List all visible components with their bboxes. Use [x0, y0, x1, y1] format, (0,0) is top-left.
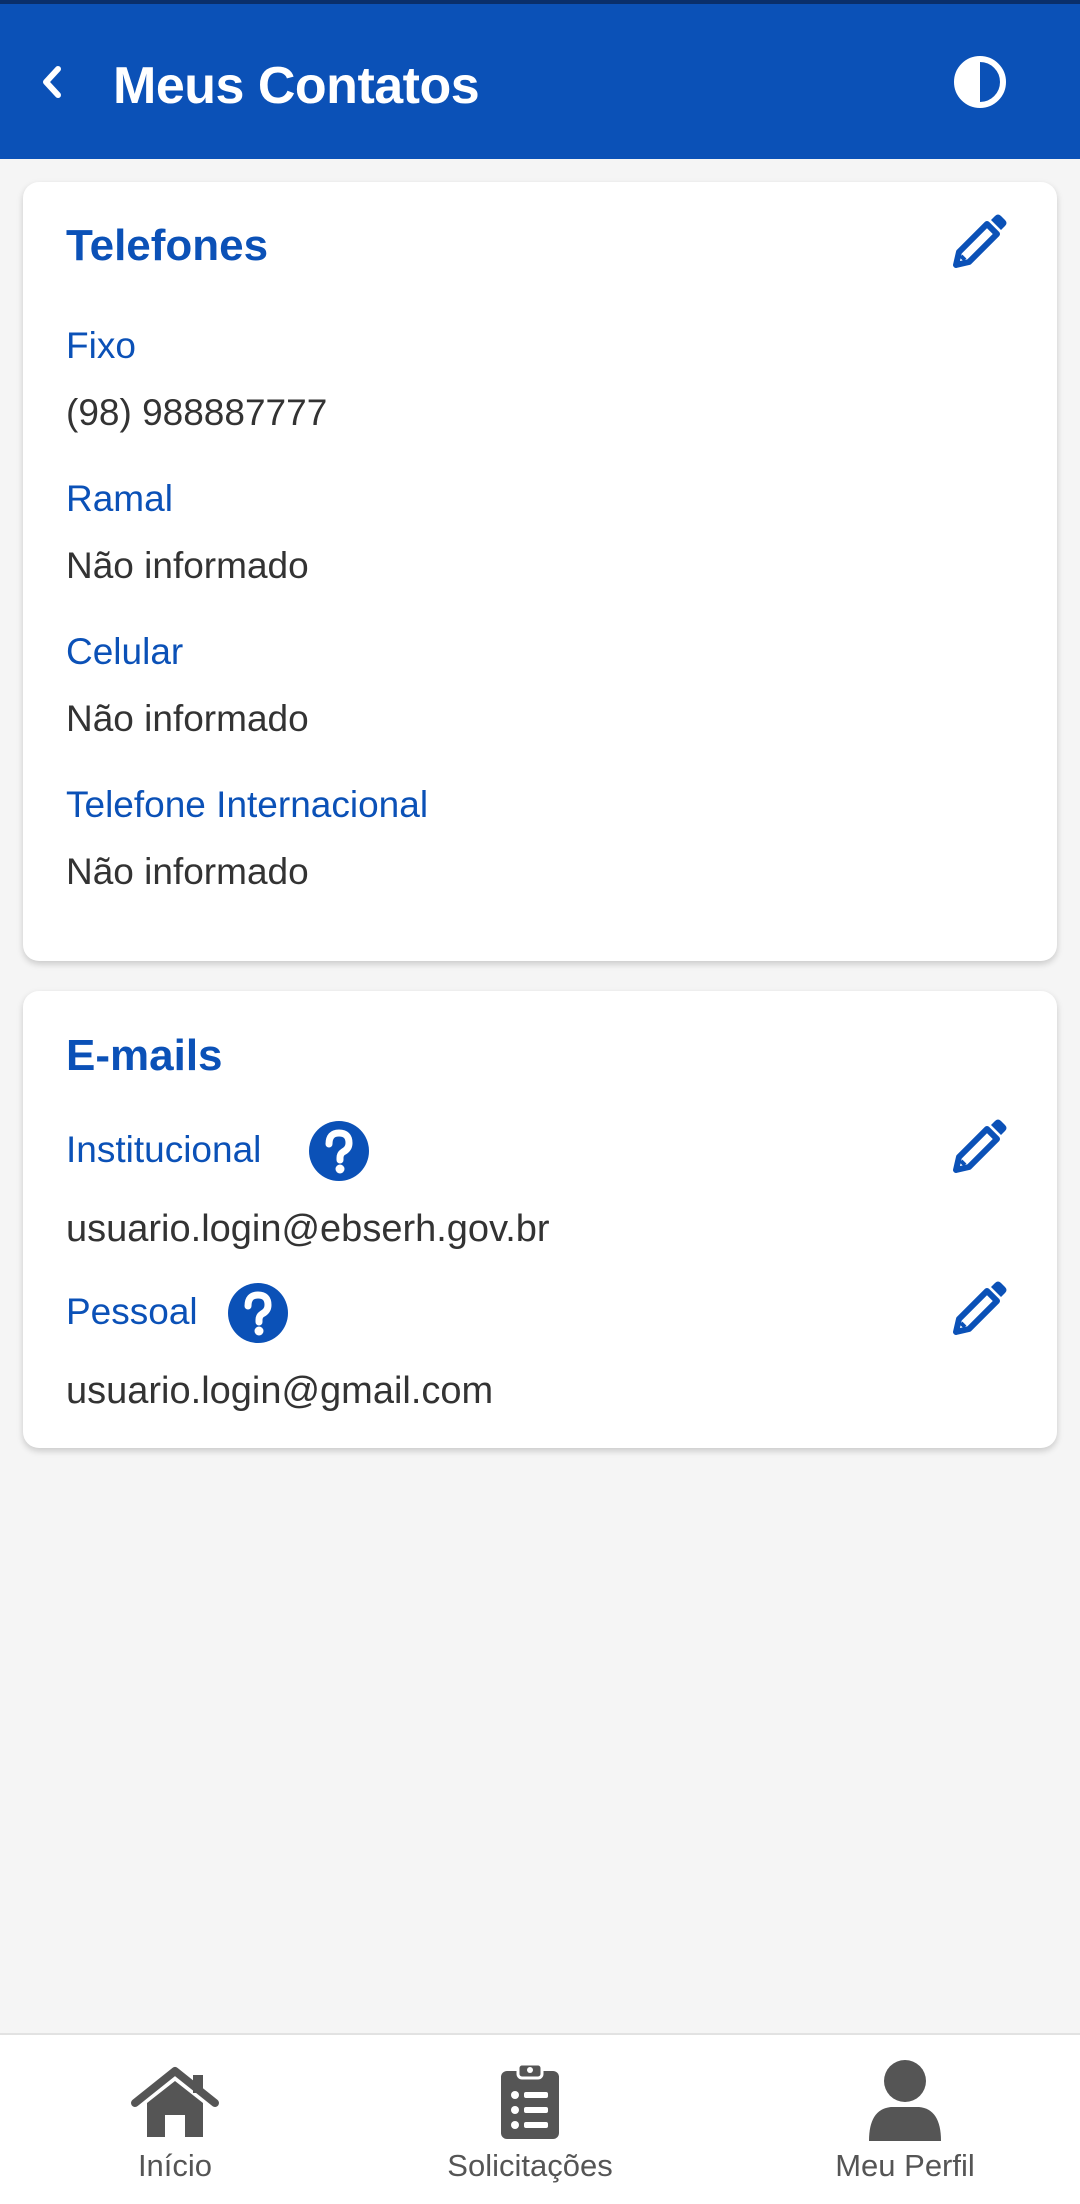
home-icon — [131, 2067, 219, 2137]
back-button[interactable] — [30, 59, 76, 105]
page-title: Meus Contatos — [113, 57, 480, 115]
contrast-button[interactable] — [952, 54, 1008, 110]
emails-card: E-mails Institucional usuario.login@ebse… — [23, 991, 1057, 1448]
ramal-label: Ramal — [66, 478, 173, 519]
celular-value: Não informado — [66, 698, 309, 739]
question-circle-icon — [228, 1283, 288, 1343]
celular-label: Celular — [66, 631, 184, 672]
institucional-help-button[interactable] — [308, 1120, 370, 1182]
app-bar: Meus Contatos — [0, 0, 1080, 159]
pencil-icon — [953, 214, 1007, 268]
edit-pessoal-button[interactable] — [947, 1279, 1009, 1341]
contrast-icon — [954, 56, 1006, 108]
pessoal-help-button[interactable] — [227, 1282, 289, 1344]
institucional-email-value: usuario.login@ebserh.gov.br — [66, 1208, 550, 1250]
clipboard-list-icon — [501, 2062, 559, 2139]
user-icon — [869, 2060, 941, 2141]
question-circle-icon — [309, 1121, 369, 1181]
pessoal-email-value: usuario.login@gmail.com — [66, 1370, 494, 1412]
nav-item-solicitacoes[interactable]: Solicitações — [410, 2035, 650, 2204]
fixo-label: Fixo — [66, 325, 136, 366]
nav-label-solicitacoes: Solicitações — [447, 2148, 613, 2183]
nav-label-meu-perfil: Meu Perfil — [835, 2148, 975, 2183]
phones-title: Telefones — [66, 221, 269, 270]
bottom-nav: Início Solicitações Meu Perfil — [0, 2033, 1080, 2204]
pencil-icon — [953, 1119, 1007, 1173]
emails-title: E-mails — [66, 1031, 223, 1080]
edit-phones-button[interactable] — [947, 212, 1009, 274]
telefone-internacional-label: Telefone Internacional — [66, 784, 429, 825]
edit-institucional-button[interactable] — [947, 1117, 1009, 1179]
page: Meus Contatos Telefones Fixo (98) 988887… — [0, 0, 1080, 2204]
pessoal-label: Pessoal — [66, 1291, 198, 1332]
ramal-value: Não informado — [66, 545, 309, 586]
nav-label-inicio: Início — [137, 2148, 213, 2183]
institucional-label: Institucional — [66, 1129, 262, 1170]
chevron-left-icon — [43, 66, 61, 98]
pencil-icon — [953, 1281, 1007, 1335]
phones-card: Telefones Fixo (98) 988887777 Ramal Não … — [23, 182, 1057, 961]
fixo-value: (98) 988887777 — [66, 392, 328, 433]
telefone-internacional-value: Não informado — [66, 851, 309, 892]
nav-item-inicio[interactable]: Início — [60, 2035, 290, 2204]
nav-item-meu-perfil[interactable]: Meu Perfil — [790, 2035, 1020, 2204]
